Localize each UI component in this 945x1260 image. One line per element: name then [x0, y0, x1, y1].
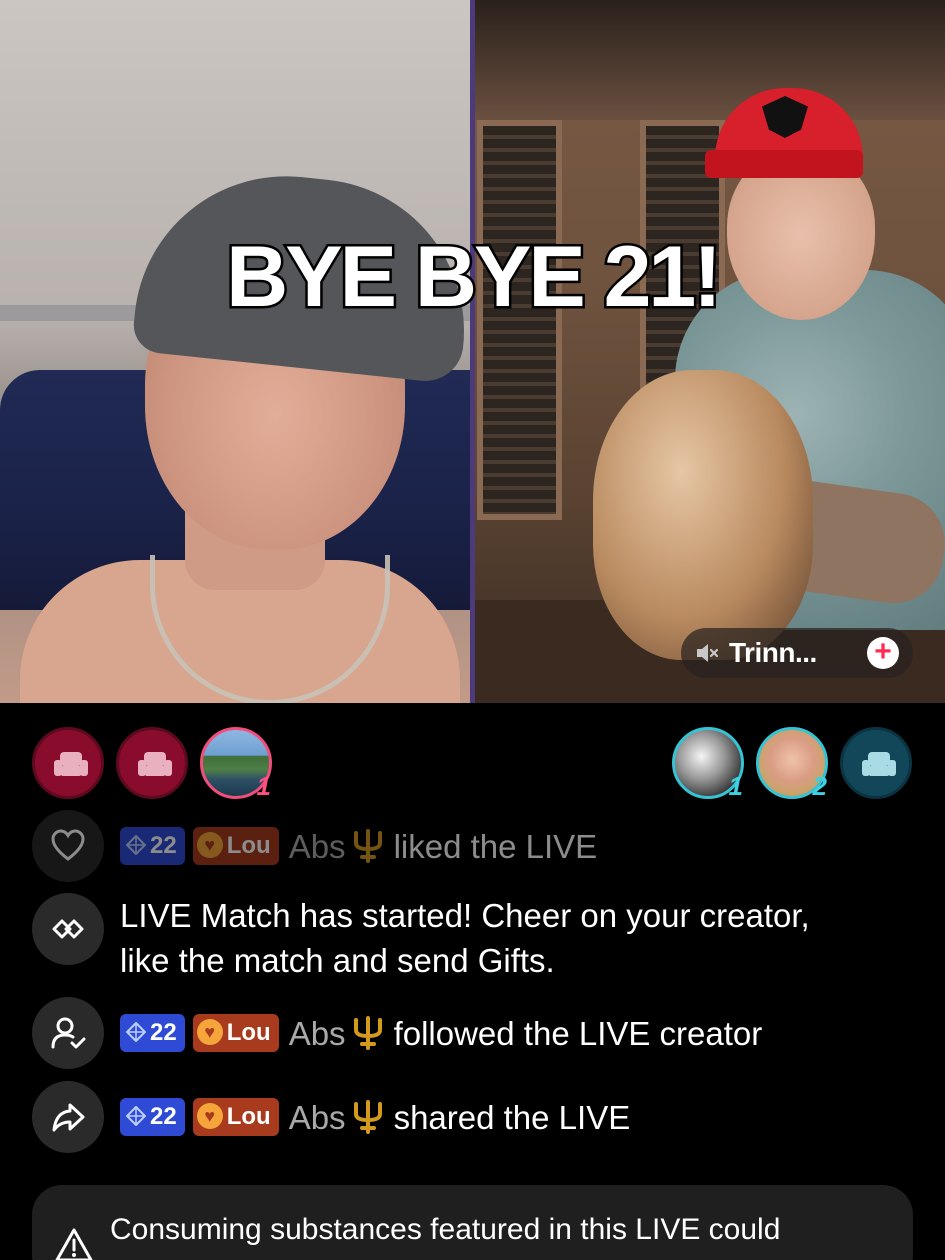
heart-icon — [51, 829, 85, 861]
chat-message-text: 22 ♥ Lou Abs followed the LIVE creator — [120, 1011, 762, 1056]
trident-icon — [353, 1016, 382, 1051]
share-icon — [52, 1103, 85, 1132]
empty-seat-left-2[interactable] — [116, 727, 188, 799]
empty-seat-right-1[interactable] — [840, 727, 912, 799]
fan-club-badge: ♥ Lou — [192, 1098, 279, 1137]
viewer-avatar-right-1[interactable]: 1 — [672, 727, 744, 801]
muted-speaker-icon — [697, 644, 719, 662]
chat-event-icon-wrap — [32, 893, 104, 965]
viewer-rank: 2 — [812, 771, 827, 801]
chat-event-text: followed the LIVE creator — [393, 1015, 763, 1052]
empty-seat-left-1[interactable] — [32, 727, 104, 799]
gem-icon — [126, 1021, 146, 1042]
user-level-badge: 22 — [120, 1098, 185, 1137]
warning-icon — [55, 1228, 93, 1260]
chat-event-text: liked the LIVE — [393, 828, 598, 865]
trident-icon — [353, 1100, 382, 1135]
follow-plus-icon[interactable]: + — [867, 637, 899, 669]
sofa-icon — [54, 752, 88, 776]
fan-club-name: Lou — [226, 1103, 271, 1131]
match-icon — [52, 919, 84, 939]
fan-club-name: Lou — [226, 1019, 271, 1047]
viewer-avatar-left-1[interactable]: 1 — [200, 727, 272, 801]
user-level: 22 — [150, 832, 177, 860]
user-level: 22 — [150, 1103, 177, 1131]
follow-icon — [51, 1017, 86, 1049]
user-level: 22 — [150, 1019, 177, 1047]
host-video-left[interactable] — [0, 0, 470, 703]
fan-club-name: Lou — [226, 832, 271, 860]
guest-name: Trinn... — [729, 637, 817, 668]
chat-event-icon-wrap — [32, 997, 104, 1069]
chat-event-icon-wrap — [32, 1081, 104, 1153]
chat-event-icon-wrap — [32, 810, 104, 882]
chat-message-text: LIVE Match has started! Cheer on your cr… — [120, 897, 810, 979]
chat-event-text: shared the LIVE — [393, 1099, 631, 1136]
gem-icon — [126, 834, 146, 855]
video-caption-overlay: BYE BYE 21! — [224, 227, 725, 328]
opponent-video-right[interactable] — [475, 0, 945, 703]
fan-heart-icon: ♥ — [196, 1018, 223, 1045]
fan-club-badge: ♥ Lou — [192, 1014, 279, 1053]
chat-message-text: 22 ♥ Lou Abs liked the LIVE — [120, 824, 597, 869]
chat-username[interactable]: Abs — [289, 828, 346, 865]
dog — [593, 370, 813, 660]
sofa-icon — [862, 752, 896, 776]
chat-message-text: 22 ♥ Lou Abs shared the LIVE — [120, 1095, 630, 1140]
opponent-cap-brim — [705, 150, 863, 178]
warning-text: Consuming substances featured in this LI… — [110, 1213, 781, 1246]
user-level-badge: 22 — [120, 827, 185, 866]
chat-username[interactable]: Abs — [289, 1099, 346, 1136]
wall — [475, 0, 945, 120]
viewer-rank: 1 — [728, 771, 743, 801]
viewer-rank: 1 — [256, 771, 271, 801]
guest-label[interactable]: Trinn... + — [681, 628, 913, 678]
content-warning-banner[interactable]: Consuming substances featured in this LI… — [32, 1185, 913, 1260]
fan-club-badge: ♥ Lou — [192, 827, 279, 866]
fan-heart-icon: ♥ — [196, 831, 223, 858]
trident-icon — [353, 829, 382, 864]
viewer-avatar-right-2[interactable]: 2 — [756, 727, 828, 801]
sofa-icon — [138, 752, 172, 776]
user-level-badge: 22 — [120, 1014, 185, 1053]
chat-username[interactable]: Abs — [289, 1015, 346, 1052]
gem-icon — [126, 1105, 146, 1126]
fan-heart-icon: ♥ — [196, 1102, 223, 1129]
